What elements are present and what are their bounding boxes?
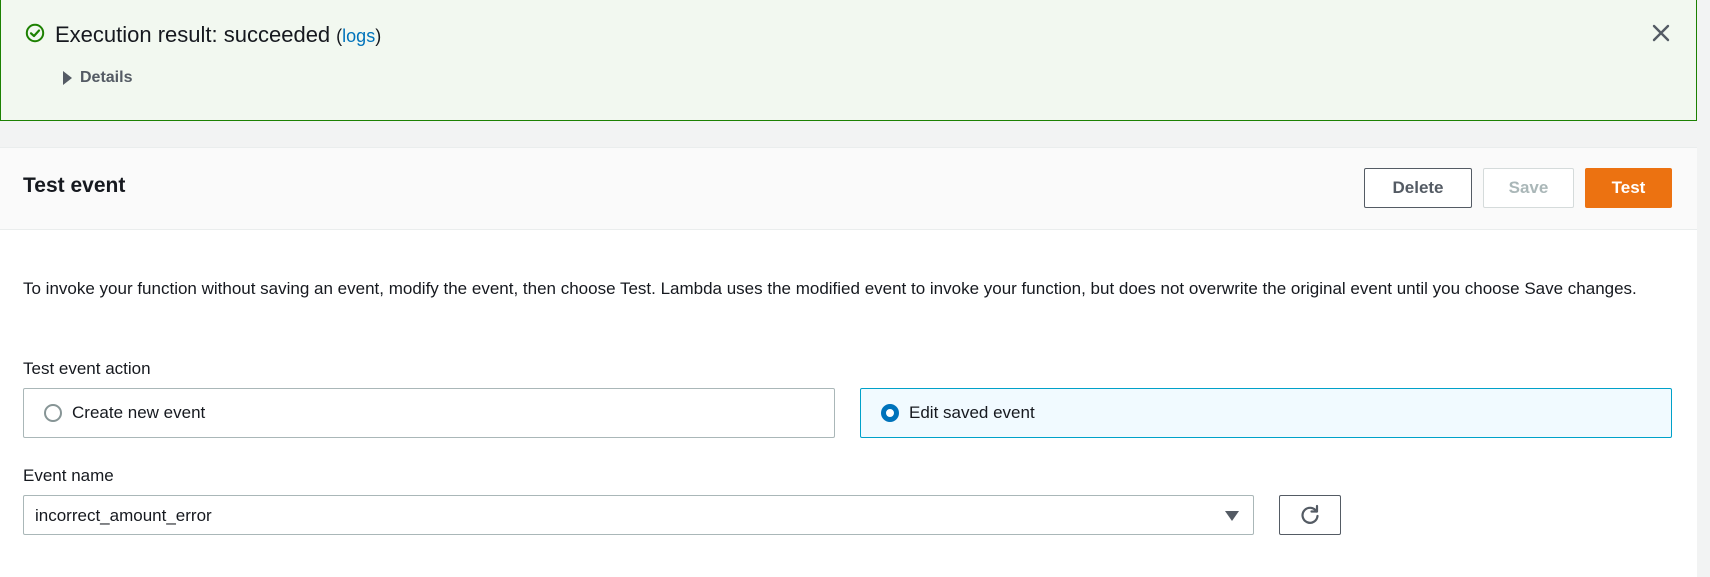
refresh-button[interactable]: [1279, 495, 1341, 535]
caret-right-icon: [63, 71, 72, 85]
execution-result-banner: Execution result: succeeded (logs) Detail…: [0, 0, 1697, 121]
test-event-panel: Test event Delete Save Test To invoke yo…: [0, 147, 1697, 577]
delete-button[interactable]: Delete: [1364, 168, 1472, 208]
details-label: Details: [80, 69, 133, 86]
event-name-label: Event name: [23, 466, 114, 485]
logs-paren-close: ): [375, 26, 382, 46]
edit-saved-event-option[interactable]: Edit saved event: [860, 388, 1672, 438]
save-button[interactable]: Save: [1483, 168, 1574, 208]
event-name-select[interactable]: incorrect_amount_error: [23, 495, 1254, 535]
panel-description: To invoke your function without saving a…: [23, 279, 1637, 298]
edit-saved-event-label: Edit saved event: [909, 403, 1035, 422]
edit-saved-event-radio[interactable]: [881, 404, 899, 422]
create-new-event-label: Create new event: [72, 403, 206, 422]
test-button[interactable]: Test: [1585, 168, 1672, 208]
panel-title: Test event: [23, 174, 126, 197]
details-expander[interactable]: Details: [63, 69, 132, 87]
execution-result-title: Execution result: succeeded (logs): [55, 22, 381, 48]
execution-result-text: Execution result: succeeded: [55, 22, 331, 47]
close-icon[interactable]: [1650, 22, 1672, 44]
logs-link-wrapper: (logs): [336, 26, 381, 46]
success-check-icon: [25, 23, 45, 43]
logs-link[interactable]: logs: [342, 26, 375, 46]
test-event-action-label: Test event action: [23, 359, 151, 378]
panel-header: Test event Delete Save Test: [0, 148, 1697, 230]
create-new-event-option[interactable]: Create new event: [23, 388, 835, 438]
dropdown-arrow-icon: [1225, 511, 1239, 521]
event-name-value: incorrect_amount_error: [35, 506, 212, 525]
create-new-event-radio[interactable]: [44, 404, 62, 422]
refresh-icon: [1301, 504, 1319, 524]
